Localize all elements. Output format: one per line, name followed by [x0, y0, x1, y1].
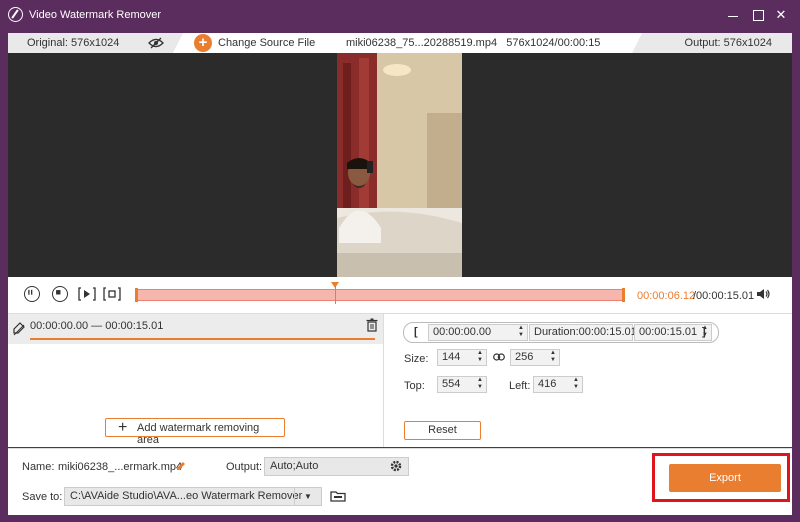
top-field[interactable]: 554 ▲ ▼	[437, 376, 487, 393]
total-time: /00:00:15.01	[693, 290, 755, 302]
original-size-label: Original: 576x1024	[27, 37, 120, 49]
end-time-field[interactable]: 00:00:15.01 ▲ ▼	[634, 324, 712, 341]
add-watermark-area-button[interactable]: + Add watermark removing area	[105, 418, 285, 446]
volume-icon[interactable]	[756, 288, 770, 300]
export-button[interactable]: Export	[669, 464, 781, 492]
folder-icon[interactable]	[330, 490, 346, 502]
pause-icon	[28, 289, 33, 295]
eye-slash-icon[interactable]	[148, 37, 164, 49]
trim-end-handle[interactable]	[622, 288, 625, 302]
height-value: 256	[515, 351, 534, 363]
reset-button[interactable]: Reset	[404, 421, 481, 440]
top-spinner[interactable]: ▲ ▼	[476, 377, 484, 391]
edit-icon[interactable]	[176, 461, 186, 471]
app-window: Video Watermark Remover ✕ Original: 576x…	[0, 0, 800, 522]
end-time-value: 00:00:15.01	[639, 326, 698, 338]
gear-icon[interactable]	[390, 460, 402, 472]
current-time: 00:00:06.12	[637, 290, 696, 302]
video-preview	[8, 53, 792, 277]
start-time-spinner[interactable]: ▲ ▼	[517, 325, 525, 339]
name-label: Name:	[22, 461, 55, 473]
file-info: miki06238_75...20288519.mp4 576x1024/00:…	[346, 37, 601, 49]
output-value: Auto;Auto	[270, 460, 319, 472]
size-label: Size:	[404, 353, 429, 365]
output-label: Output:	[226, 461, 263, 473]
width-value: 144	[442, 351, 461, 363]
crop-frame-icon[interactable]	[103, 286, 121, 302]
change-source-button[interactable]: Change Source File	[218, 37, 315, 49]
top-value: 554	[442, 378, 461, 390]
range-close-bracket[interactable]: ]	[702, 326, 706, 338]
time-range-box: [ 00:00:00.00 ▲ ▼ Duration:00:00:15.01 00…	[403, 322, 719, 343]
stop-button[interactable]	[52, 286, 68, 302]
timeline-bar: 00:00:06.12 /00:00:15.01	[8, 277, 792, 314]
output-size-label: Output: 576x1024	[684, 37, 772, 49]
save-path-value: C:\AVAide Studio\AVA...eo Watermark Remo…	[70, 490, 303, 502]
close-button[interactable]: ✕	[770, 5, 792, 25]
video-frame	[337, 53, 462, 277]
eraser-icon	[13, 322, 25, 336]
save-path-field[interactable]: C:\AVAide Studio\AVA...eo Watermark Remo…	[64, 487, 322, 506]
width-spinner[interactable]: ▲ ▼	[476, 350, 484, 364]
add-watermark-area-label: Add watermark removing area	[137, 422, 260, 446]
start-time-field[interactable]: 00:00:00.00 ▲ ▼	[428, 324, 528, 341]
left-value: 416	[538, 378, 557, 390]
output-field[interactable]: Auto;Auto	[264, 457, 409, 476]
height-spinner[interactable]: ▲ ▼	[549, 350, 557, 364]
app-title: Video Watermark Remover	[29, 9, 162, 21]
trash-icon[interactable]	[366, 318, 378, 332]
name-value: miki06238_...ermark.mp4	[58, 461, 183, 473]
maximize-button[interactable]	[747, 5, 769, 25]
height-field[interactable]: 256 ▲ ▼	[510, 349, 560, 366]
trim-start-handle[interactable]	[135, 288, 138, 302]
link-icon[interactable]	[493, 353, 505, 361]
range-open-bracket[interactable]: [	[414, 326, 418, 338]
segment-time-range: 00:00:00.00 — 00:00:15.01	[30, 320, 164, 332]
segment-line	[30, 338, 375, 340]
stop-icon	[56, 290, 61, 295]
left-label: Left:	[509, 380, 531, 392]
width-field[interactable]: 144 ▲ ▼	[437, 349, 487, 366]
info-bar: Original: 576x1024 + Change Source File …	[8, 33, 792, 53]
segment-panel: 00:00:00.00 — 00:00:15.01 + Add watermar…	[8, 314, 383, 447]
minimize-button[interactable]	[722, 5, 744, 25]
app-logo-icon	[8, 7, 23, 22]
dropdown-arrow-icon[interactable]: ▼	[294, 488, 321, 505]
segment-row[interactable]: 00:00:00.00 — 00:00:15.01	[8, 314, 383, 344]
settings-panel: [ 00:00:00.00 ▲ ▼ Duration:00:00:15.01 00…	[384, 314, 792, 447]
left-field[interactable]: 416 ▲ ▼	[533, 376, 583, 393]
left-spinner[interactable]: ▲ ▼	[572, 377, 580, 391]
duration-value: Duration:00:00:15.01	[534, 326, 637, 338]
timeline-track[interactable]	[135, 288, 625, 302]
play-frame-icon[interactable]	[78, 286, 96, 302]
save-to-label: Save to:	[22, 491, 63, 503]
start-time-value: 00:00:00.00	[433, 326, 492, 338]
pause-button[interactable]	[24, 286, 40, 302]
top-label: Top:	[404, 380, 425, 392]
title-bar: Video Watermark Remover ✕	[0, 0, 800, 30]
duration-field: Duration:00:00:15.01	[529, 324, 637, 341]
plus-circle-icon[interactable]: +	[194, 34, 212, 52]
plus-icon: +	[118, 419, 128, 436]
playhead[interactable]	[330, 282, 339, 304]
